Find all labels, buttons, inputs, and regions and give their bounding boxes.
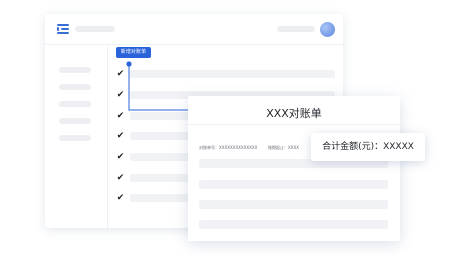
check-icon[interactable]: ✔ <box>116 112 125 121</box>
statement-number: 对账单号：XXXXXXXXXXXXXX <box>199 145 258 150</box>
billing-period: 账期起止：XXXX <box>268 145 299 150</box>
detail-row <box>199 220 388 229</box>
title-placeholder <box>75 26 115 32</box>
sidebar <box>45 45 108 228</box>
menu-icon[interactable] <box>57 24 69 34</box>
check-icon[interactable]: ✔ <box>116 174 125 183</box>
sidebar-item[interactable] <box>59 101 91 107</box>
table-row[interactable] <box>130 70 335 78</box>
statement-title: XXX对账单 <box>266 107 322 120</box>
search-placeholder[interactable] <box>277 26 315 32</box>
check-icon[interactable]: ✔ <box>116 153 125 162</box>
top-bar <box>45 14 343 45</box>
check-icon[interactable]: ✔ <box>116 194 125 203</box>
detail-row <box>199 200 388 209</box>
avatar[interactable] <box>320 22 335 37</box>
check-icon[interactable]: ✔ <box>116 70 125 79</box>
detail-row <box>199 180 388 189</box>
check-icon[interactable]: ✔ <box>116 91 125 100</box>
sidebar-item[interactable] <box>59 135 91 141</box>
new-statement-button[interactable]: 新增对账单 <box>116 47 151 58</box>
check-icon[interactable]: ✔ <box>116 132 125 141</box>
statement-detail-card: XXX对账单 对账单号：XXXXXXXXXXXXXX 账期起止：XXXX <box>188 96 400 241</box>
sidebar-item[interactable] <box>59 67 91 73</box>
total-amount-card: 合计金额(元)：XXXXX <box>311 133 425 161</box>
sidebar-item[interactable] <box>59 118 91 124</box>
divider <box>188 124 400 125</box>
sidebar-item[interactable] <box>59 84 91 90</box>
